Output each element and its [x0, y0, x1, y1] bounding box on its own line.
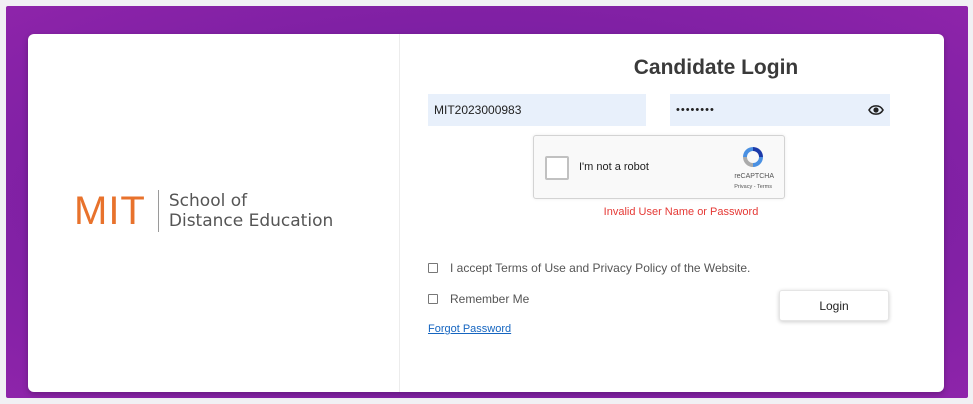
- logo-mark: MIT: [74, 189, 146, 233]
- remember-label: Remember Me: [450, 292, 530, 306]
- recaptcha-brand: reCAPTCHA: [734, 173, 774, 180]
- terms-label: I accept Terms of Use and Privacy Policy…: [450, 261, 751, 275]
- username-value: MIT2023000983: [434, 103, 522, 117]
- recaptcha-widget: I'm not a robot reCAPTCHA Privacy - Term…: [533, 135, 785, 199]
- recaptcha-label: I'm not a robot: [579, 161, 649, 173]
- username-input[interactable]: MIT2023000983: [428, 94, 646, 126]
- page-title: Candidate Login: [633, 56, 799, 79]
- logo-divider: [157, 190, 159, 232]
- terms-row: I accept Terms of Use and Privacy Policy…: [428, 261, 750, 275]
- mit-logo: MIT School of Distance Education: [74, 190, 333, 232]
- error-message: Invalid User Name or Password: [603, 206, 759, 218]
- login-button[interactable]: Login: [779, 290, 889, 321]
- brand-pane: MIT School of Distance Education: [28, 34, 400, 392]
- remember-row: Remember Me: [428, 292, 529, 306]
- password-input[interactable]: ••••••••: [670, 94, 890, 126]
- login-card: MIT School of Distance Education Candida…: [28, 34, 944, 392]
- recaptcha-links[interactable]: Privacy - Terms: [734, 184, 772, 190]
- forgot-password-link[interactable]: Forgot Password: [428, 323, 511, 335]
- recaptcha-checkbox[interactable]: [545, 156, 569, 180]
- eye-icon[interactable]: [868, 104, 884, 116]
- logo-subtitle: School of Distance Education: [169, 191, 333, 231]
- logo-subtitle-line2: Distance Education: [168, 211, 334, 231]
- recaptcha-logo-icon: [743, 147, 763, 167]
- logo-subtitle-line1: School of: [168, 191, 248, 211]
- login-form: Candidate Login MIT2023000983 •••••••• I…: [400, 34, 944, 392]
- remember-checkbox[interactable]: [428, 294, 438, 304]
- password-value: ••••••••: [676, 104, 715, 116]
- terms-checkbox[interactable]: [428, 263, 438, 273]
